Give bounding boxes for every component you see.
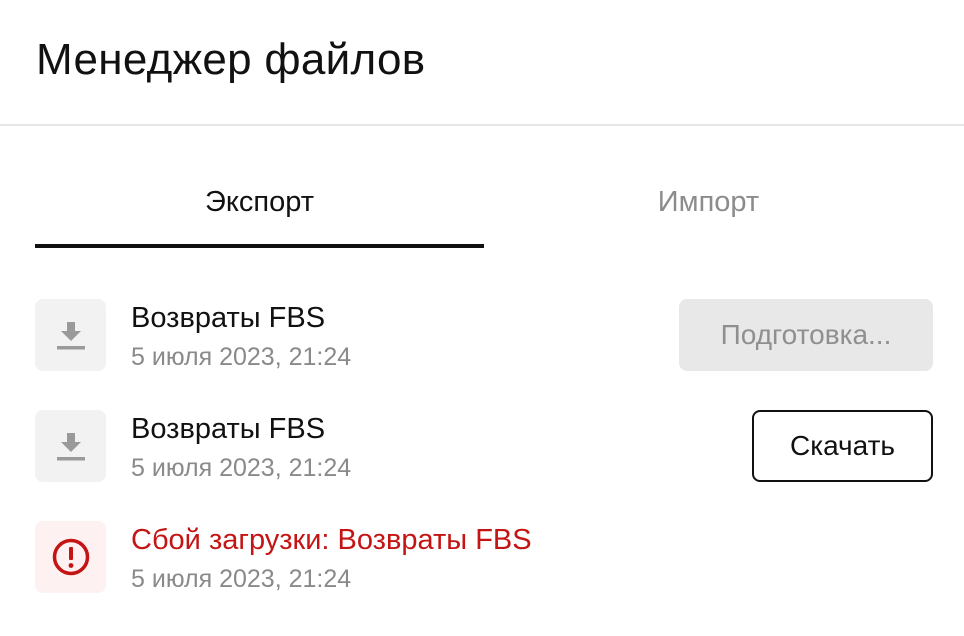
file-name: Возвраты FBS: [131, 413, 326, 445]
file-row-error: Сбой загрузки: Возвраты FBS 5 июля 2023,…: [35, 521, 933, 593]
header: Менеджер файлов: [0, 0, 964, 126]
file-manager-page: Менеджер файлов Экспорт Импорт Возвраты …: [0, 0, 964, 636]
file-name: Возвраты FBS: [131, 302, 326, 334]
download-icon: [35, 299, 106, 371]
error-message: Сбой загрузки: Возвраты FBS: [131, 524, 532, 556]
error-icon: [35, 521, 106, 593]
file-row: Возвраты FBS 5 июля 2023, 21:24 Скачать: [35, 410, 933, 482]
tab-export[interactable]: Экспорт: [35, 170, 484, 248]
page-title: Менеджер файлов: [36, 35, 426, 84]
file-date: 5 июля 2023, 21:24: [131, 565, 352, 593]
tab-bar: Экспорт Импорт: [35, 170, 933, 248]
file-date: 5 июля 2023, 21:24: [131, 454, 352, 482]
file-date: 5 июля 2023, 21:24: [131, 343, 352, 371]
download-icon: [35, 410, 106, 482]
file-row: Возвраты FBS 5 июля 2023, 21:24 Подготов…: [35, 299, 933, 371]
tab-import[interactable]: Импорт: [484, 170, 933, 248]
preparing-button: Подготовка...: [679, 299, 933, 371]
download-button[interactable]: Скачать: [752, 410, 933, 482]
